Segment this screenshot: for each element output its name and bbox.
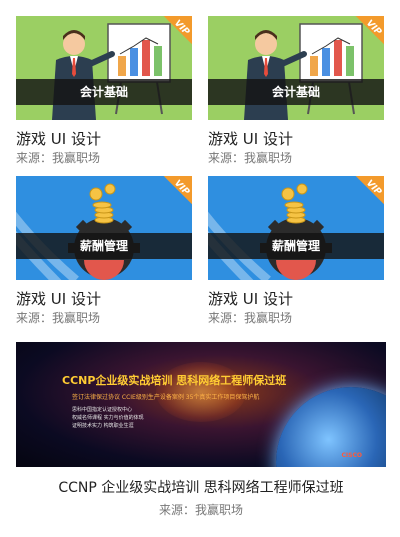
- vip-badge: VIP: [152, 16, 192, 56]
- course-source: 来源：我赢职场: [16, 311, 101, 325]
- course-source: 来源：我赢职场: [208, 151, 293, 165]
- course-thumbnail[interactable]: VIP 薪酬管理: [208, 176, 384, 280]
- course-source: 来源：我赢职场: [16, 151, 101, 165]
- course-thumbnail[interactable]: VIP 会计基础: [208, 16, 384, 120]
- vip-badge: VIP: [152, 176, 192, 216]
- featured-course-image[interactable]: CCNP企业级实战培训 思科网络工程师保过班 签订法律保过协议 CCIE级别生产…: [16, 342, 386, 467]
- featured-image-bullet: 思科中国指定认证授权中心: [72, 407, 133, 413]
- card-banner: 薪酬管理: [208, 233, 384, 259]
- featured-image-subline: 签订法律保过协议 CCIE级别生产设备案例 35个真实工作项目保驾护航: [72, 394, 260, 401]
- course-thumbnail[interactable]: VIP 薪酬管理: [16, 176, 192, 280]
- course-card[interactable]: VIP 薪酬管理 游戏 UI 设计 来源：我赢职场: [16, 176, 192, 326]
- course-title[interactable]: 游戏 UI 设计: [16, 290, 192, 308]
- featured-image-bullet: 权威名师课程 实力与价值的体现: [72, 415, 144, 421]
- course-card[interactable]: VIP 会计基础 游戏 UI 设计 来源：我赢职场: [16, 16, 192, 166]
- featured-course-title[interactable]: CCNP 企业级实战培训 思科网络工程师保过班: [16, 479, 386, 497]
- course-title[interactable]: 游戏 UI 设计: [16, 130, 192, 148]
- course-title[interactable]: 游戏 UI 设计: [208, 290, 384, 308]
- card-banner: 会计基础: [16, 79, 192, 105]
- course-card[interactable]: VIP 会计基础 游戏 UI 设计 来源：我赢职场: [208, 16, 384, 166]
- card-banner: 薪酬管理: [16, 233, 192, 259]
- course-thumbnail[interactable]: VIP 会计基础: [16, 16, 192, 120]
- featured-image-bullets: 思科中国指定认证授权中心 权威名师课程 实力与价值的体现 证明技术实力 构筑职业…: [72, 406, 144, 430]
- vip-badge: VIP: [344, 176, 384, 216]
- cisco-logo: CISCO: [341, 452, 362, 459]
- course-source: 来源：我赢职场: [208, 311, 293, 325]
- featured-image-headline: CCNP企业级实战培训 思科网络工程师保过班: [62, 374, 287, 387]
- card-banner: 会计基础: [208, 79, 384, 105]
- featured-image-bullet: 证明技术实力 构筑职业生涯: [72, 423, 134, 429]
- course-title[interactable]: 游戏 UI 设计: [208, 130, 384, 148]
- course-card[interactable]: VIP 薪酬管理 游戏 UI 设计 来源：我赢职场: [208, 176, 384, 326]
- earth-planet-icon: [276, 387, 386, 467]
- vip-badge: VIP: [344, 16, 384, 56]
- featured-course-card[interactable]: CCNP企业级实战培训 思科网络工程师保过班 签订法律保过协议 CCIE级别生产…: [16, 342, 386, 518]
- featured-course-source: 来源：我赢职场: [158, 503, 243, 517]
